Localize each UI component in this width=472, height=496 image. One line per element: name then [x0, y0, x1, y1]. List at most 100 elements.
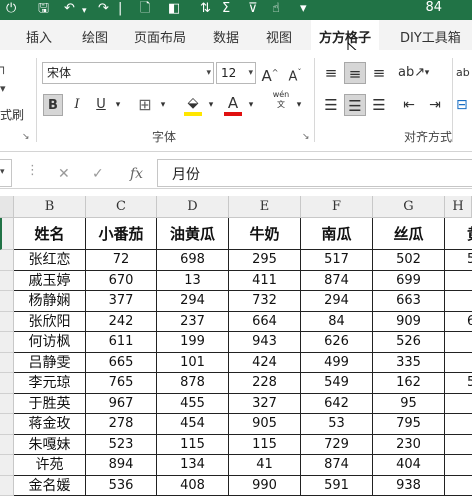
row-number[interactable] [0, 291, 14, 312]
increase-font-icon[interactable]: A^ [260, 62, 280, 84]
value-cell[interactable]: 591 [301, 476, 373, 496]
header-cell[interactable]: 丝瓜 [373, 218, 445, 250]
font-launcher-icon[interactable]: ↘ [302, 132, 310, 142]
tab-diy-toolbox[interactable]: DIY工具箱 [400, 27, 461, 46]
cancel-icon[interactable]: ✕ [58, 166, 70, 182]
value-cell[interactable]: 642 [301, 394, 373, 415]
align-top-icon[interactable]: ≡ [321, 62, 341, 84]
undo-icon[interactable]: ↶ [64, 2, 75, 16]
tab-draw[interactable]: 绘图 [82, 27, 108, 46]
header-cell[interactable]: 黄 [445, 218, 472, 250]
align-middle-icon[interactable]: ≡ [344, 62, 366, 84]
value-cell[interactable]: 795 [373, 414, 445, 435]
value-cell[interactable]: 424 [229, 353, 301, 374]
decrease-font-icon[interactable]: Aˇ [285, 62, 305, 84]
fill-dropdown-icon[interactable]: ▾ [205, 94, 217, 116]
row-number[interactable] [0, 332, 14, 353]
value-cell[interactable]: 455 [157, 394, 229, 415]
font-color-icon[interactable]: A [222, 92, 244, 114]
value-cell[interactable]: 294 [301, 291, 373, 312]
decrease-indent-icon[interactable]: ⇤ [398, 94, 420, 116]
underline-button[interactable]: U [92, 94, 110, 116]
font-color-dropdown-icon[interactable]: ▾ [245, 94, 257, 116]
touch-icon[interactable]: ☝ [272, 2, 280, 16]
row-number[interactable] [0, 271, 14, 292]
column-header-b[interactable]: B [14, 196, 86, 218]
clipboard-partial-icon[interactable]: ┐ [0, 60, 7, 74]
value-cell[interactable]: 101 [157, 353, 229, 374]
value-cell[interactable]: 278 [86, 414, 157, 435]
underline-dropdown-icon[interactable]: ▾ [112, 94, 124, 116]
align-left-icon[interactable]: ☰ [321, 94, 341, 116]
row-number[interactable] [0, 312, 14, 333]
format-painter-label[interactable]: 式刷 [0, 106, 24, 123]
value-cell[interactable]: 72 [86, 250, 157, 271]
name-cell[interactable]: 何访枫 [14, 332, 86, 353]
sum-icon[interactable]: Σ [222, 2, 230, 16]
header-cell[interactable]: 油黄瓜 [157, 218, 229, 250]
value-cell[interactable]: 408 [157, 476, 229, 496]
value-cell[interactable]: 549 [301, 373, 373, 394]
value-cell[interactable]: 909 [373, 312, 445, 333]
value-cell[interactable]: 611 [86, 332, 157, 353]
value-cell[interactable]: 377 [86, 291, 157, 312]
value-cell[interactable]: 967 [86, 394, 157, 415]
row-number[interactable] [0, 353, 14, 374]
name-cell[interactable]: 朱嘎妹 [14, 435, 86, 456]
save-icon[interactable]: 🖫 [38, 2, 49, 16]
redo-icon[interactable]: ↷ [98, 2, 109, 16]
value-cell[interactable]: 327 [229, 394, 301, 415]
value-cell[interactable] [445, 332, 472, 353]
name-cell[interactable]: 许苑 [14, 455, 86, 476]
value-cell[interactable]: 874 [301, 455, 373, 476]
name-cell[interactable]: 张欣阳 [14, 312, 86, 333]
value-cell[interactable]: 894 [86, 455, 157, 476]
name-cell[interactable]: 金名媛 [14, 476, 86, 496]
tab-insert[interactable]: 插入 [26, 27, 52, 46]
header-cell[interactable]: 小番茄 [86, 218, 157, 250]
value-cell[interactable]: 41 [229, 455, 301, 476]
row-number[interactable] [0, 250, 14, 271]
value-cell[interactable]: 53 [301, 414, 373, 435]
value-cell[interactable]: 732 [229, 291, 301, 312]
phonetic-icon[interactable]: wén文 [270, 90, 292, 112]
value-cell[interactable]: 626 [301, 332, 373, 353]
row-number[interactable] [0, 373, 14, 394]
enter-icon[interactable]: ✓ [92, 166, 104, 182]
value-cell[interactable] [445, 353, 472, 374]
clipboard-launcher-icon[interactable]: ↘ [22, 132, 30, 142]
value-cell[interactable]: 6 [445, 312, 472, 333]
value-cell[interactable]: 990 [229, 476, 301, 496]
value-cell[interactable]: 670 [86, 271, 157, 292]
column-header-h[interactable]: H [445, 196, 472, 218]
value-cell[interactable] [445, 394, 472, 415]
name-cell[interactable]: 吕静雯 [14, 353, 86, 374]
row-number[interactable] [0, 218, 14, 250]
value-cell[interactable]: 526 [373, 332, 445, 353]
value-cell[interactable]: 878 [157, 373, 229, 394]
value-cell[interactable]: 5 [445, 250, 472, 271]
name-cell[interactable]: 杨静娴 [14, 291, 86, 312]
value-cell[interactable]: 523 [86, 435, 157, 456]
merge-partial-icon[interactable]: ⊟ [456, 94, 472, 116]
function-icon[interactable]: fx [130, 166, 143, 182]
value-cell[interactable]: 228 [229, 373, 301, 394]
column-header-f[interactable]: F [301, 196, 373, 218]
italic-button[interactable]: I [68, 94, 86, 116]
value-cell[interactable] [445, 476, 472, 496]
value-cell[interactable]: 874 [301, 271, 373, 292]
value-cell[interactable]: 230 [373, 435, 445, 456]
value-cell[interactable]: 536 [86, 476, 157, 496]
font-size-select[interactable]: 12 ▾ [216, 62, 256, 84]
value-cell[interactable]: 95 [373, 394, 445, 415]
value-cell[interactable]: 335 [373, 353, 445, 374]
filter-icon[interactable]: ⊽ [248, 2, 258, 16]
tab-view[interactable]: 视图 [266, 27, 292, 46]
value-cell[interactable]: 665 [86, 353, 157, 374]
increase-indent-icon[interactable]: ⇥ [424, 94, 446, 116]
value-cell[interactable]: 84 [301, 312, 373, 333]
value-cell[interactable]: 943 [229, 332, 301, 353]
value-cell[interactable]: 454 [157, 414, 229, 435]
value-cell[interactable]: 115 [229, 435, 301, 456]
column-header-e[interactable]: E [229, 196, 301, 218]
